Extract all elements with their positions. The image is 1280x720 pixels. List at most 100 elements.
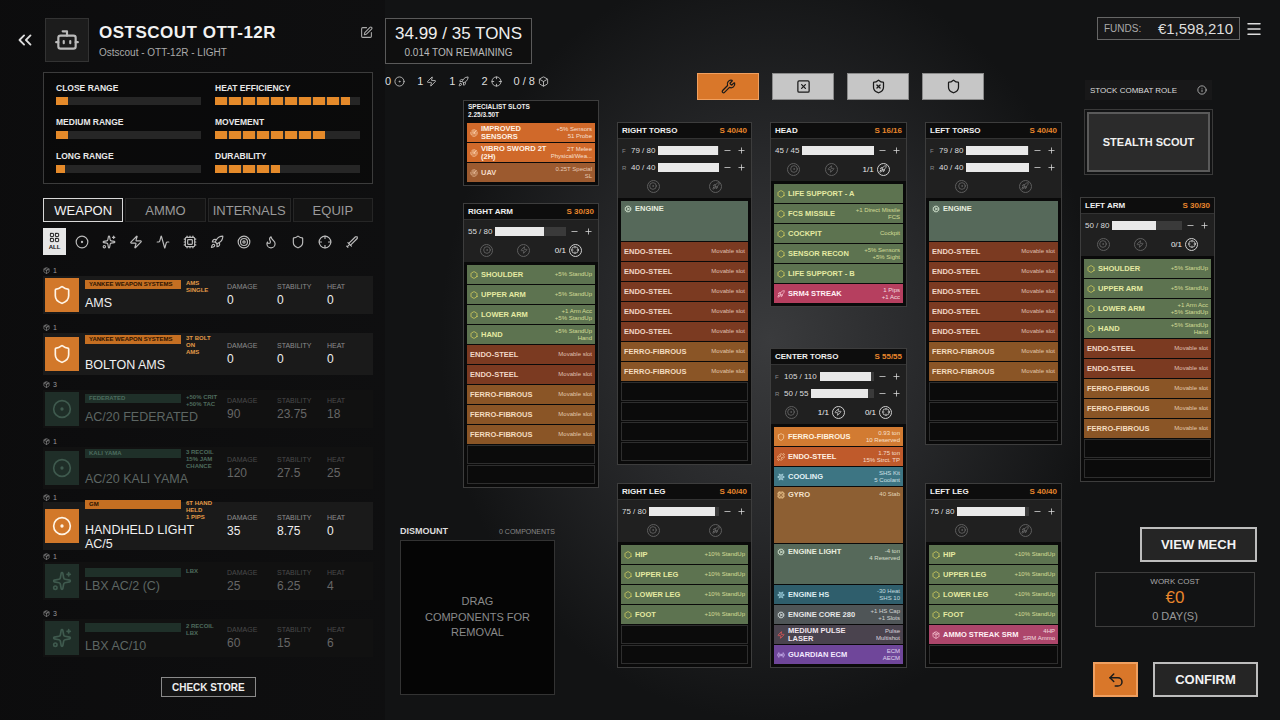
empty-slot[interactable] <box>621 422 748 441</box>
component-slot[interactable]: ENDO-STEELMovable slot <box>929 242 1058 261</box>
undo-button[interactable] <box>1093 662 1138 697</box>
component-slot[interactable]: FERRO-FIBROUSMovable slot <box>929 362 1058 381</box>
component-slot[interactable]: ENDO-STEELMovable slot <box>929 322 1058 341</box>
armor-minus-button[interactable] <box>1185 220 1196 231</box>
inventory-tab[interactable]: AMMO <box>125 198 205 222</box>
empty-slot[interactable] <box>621 382 748 401</box>
component-slot[interactable]: COCKPITCockpit <box>774 224 903 243</box>
empty-slot[interactable] <box>929 645 1058 664</box>
rename-button[interactable] <box>360 26 373 39</box>
component-slot[interactable]: LOWER LEG+10% StandUp <box>929 585 1058 604</box>
component-slot[interactable]: SRM4 STREAK1 Pips+1 Acc <box>774 284 903 303</box>
armor-slider[interactable] <box>658 146 719 155</box>
filter-button[interactable]: ALL <box>43 228 66 255</box>
filter-button[interactable] <box>124 228 147 255</box>
component-slot[interactable]: ENDO-STEELMovable slot <box>621 322 748 341</box>
component-slot[interactable]: ENDO-STEELMovable slot <box>621 282 748 301</box>
empty-slot[interactable] <box>1084 459 1211 478</box>
dismount-dropzone[interactable]: DRAG COMPONENTS FOR REMOVAL <box>400 540 555 695</box>
weapon-row[interactable]: LBXLBX AC/2 (C)DAMAGE25STABILITY6.25HEAT… <box>43 562 373 600</box>
component-slot[interactable]: FOOT+10% StandUp <box>621 605 748 624</box>
armor-slider[interactable] <box>649 507 719 516</box>
component-slot[interactable]: HAND+5% StandUpHand <box>467 325 595 344</box>
weapon-row[interactable]: KALI YAMA3 RECOIL15% JAMCHANCEAC/20 KALI… <box>43 447 373 489</box>
check-store-button[interactable]: CHECK STORE <box>161 677 256 697</box>
component-slot[interactable]: GUARDIAN ECMECMAECM <box>774 645 903 664</box>
armor-plus-button[interactable] <box>891 145 902 156</box>
empty-slot[interactable] <box>621 402 748 421</box>
component-slot[interactable]: ENDO-STEELMovable slot <box>929 262 1058 281</box>
component-slot[interactable]: FCS MISSILE+1 Direct MissileFCS <box>774 204 903 223</box>
toolbar-button[interactable] <box>697 73 759 100</box>
component-slot[interactable]: FOOT+10% StandUp <box>929 605 1058 624</box>
armor-minus-button[interactable] <box>1032 162 1043 173</box>
component-slot[interactable]: UPPER LEG+10% StandUp <box>621 565 748 584</box>
component-slot[interactable]: ENDO-STEELMovable slot <box>621 302 748 321</box>
component-slot[interactable]: UPPER ARM+5% StandUp <box>1084 279 1211 298</box>
component-slot[interactable]: LOWER ARM+1 Arm Acc+5% StandUp <box>1084 299 1211 318</box>
component-slot[interactable]: ENDO-STEELMovable slot <box>467 345 595 364</box>
component-slot[interactable]: FERRO-FIBROUSMovable slot <box>1084 379 1211 398</box>
armor-plus-button[interactable] <box>1046 506 1057 517</box>
confirm-button[interactable]: CONFIRM <box>1153 662 1258 697</box>
component-slot[interactable]: HIP+10% StandUp <box>929 545 1058 564</box>
component-slot[interactable]: ENDO-STEELMovable slot <box>1084 359 1211 378</box>
filter-button[interactable] <box>97 228 120 255</box>
armor-slider[interactable] <box>802 146 874 155</box>
view-mech-button[interactable]: VIEW MECH <box>1140 527 1257 562</box>
armor-slider[interactable] <box>966 146 1029 155</box>
component-slot[interactable]: UPPER ARM+5% StandUp <box>467 285 595 304</box>
component-slot[interactable]: LIFE SUPPORT - B <box>774 264 903 283</box>
component-slot[interactable]: ENDO-STEEL1.75 ton15% Strct. TP <box>774 447 903 466</box>
component-slot[interactable]: COOLINGSHS Kit5 Coolant <box>774 467 903 486</box>
weapon-row[interactable]: 2 RECOILLBXLBX AC/10DAMAGE60STABILITY15H… <box>43 619 373 657</box>
component-slot[interactable]: ENGINE <box>621 201 748 241</box>
component-slot[interactable]: GYRO40 Stab <box>774 487 903 543</box>
inventory-tab[interactable]: INTERNALS <box>208 198 291 222</box>
empty-slot[interactable] <box>467 445 595 464</box>
armor-minus-button[interactable] <box>877 388 888 399</box>
component-slot[interactable]: LOWER ARM+1 Arm Acc+5% StandUp <box>467 305 595 324</box>
toolbar-button[interactable] <box>772 73 834 100</box>
empty-slot[interactable] <box>929 422 1058 441</box>
component-slot[interactable]: ENDO-STEELMovable slot <box>929 302 1058 321</box>
armor-minus-button[interactable] <box>1032 145 1043 156</box>
empty-slot[interactable] <box>621 625 748 644</box>
filter-button[interactable] <box>286 228 309 255</box>
component-slot[interactable]: UAV0.25T SpecialSL <box>467 163 595 182</box>
filter-button[interactable] <box>151 228 174 255</box>
component-slot[interactable]: VIBRO SWORD 2T (2H)2T MeleePhysical/Wea.… <box>467 143 595 162</box>
back-button[interactable] <box>14 29 36 51</box>
armor-minus-button[interactable] <box>877 371 888 382</box>
empty-slot[interactable] <box>621 442 748 461</box>
component-slot[interactable]: FERRO-FIBROUSMovable slot <box>467 385 595 404</box>
armor-plus-button[interactable] <box>1046 145 1057 156</box>
component-slot[interactable]: FERRO-FIBROUSMovable slot <box>621 342 748 361</box>
armor-plus-button[interactable] <box>736 145 747 156</box>
component-slot[interactable]: LIFE SUPPORT - A <box>774 184 903 203</box>
armor-minus-button[interactable] <box>1032 506 1043 517</box>
armor-slider[interactable] <box>957 507 1029 516</box>
component-slot[interactable]: LOWER LEG+10% StandUp <box>621 585 748 604</box>
component-slot[interactable]: ENGINE HS-30 HeatSHS 10 <box>774 585 903 604</box>
armor-minus-button[interactable] <box>877 145 888 156</box>
armor-slider[interactable] <box>966 163 1029 172</box>
component-slot[interactable]: FERRO-FIBROUSMovable slot <box>467 405 595 424</box>
toolbar-button[interactable] <box>922 73 984 100</box>
info-icon[interactable] <box>1197 85 1207 95</box>
empty-slot[interactable] <box>929 402 1058 421</box>
armor-minus-button[interactable] <box>722 506 733 517</box>
component-slot[interactable]: SHOULDER+5% StandUp <box>467 265 595 284</box>
component-slot[interactable]: FERRO-FIBROUSMovable slot <box>1084 419 1211 438</box>
component-slot[interactable]: HAND+5% StandUpHand <box>1084 319 1211 338</box>
empty-slot[interactable] <box>467 465 595 484</box>
component-slot[interactable]: ENDO-STEELMovable slot <box>621 242 748 261</box>
component-slot[interactable]: ENGINE CORE 280+1 HS Cap+1 Slots <box>774 605 903 624</box>
filter-button[interactable] <box>232 228 255 255</box>
armor-slider[interactable] <box>820 372 874 381</box>
filter-button[interactable] <box>70 228 93 255</box>
empty-slot[interactable] <box>1084 439 1211 458</box>
component-slot[interactable]: FERRO-FIBROUSMovable slot <box>467 425 595 444</box>
component-slot[interactable]: UPPER LEG+10% StandUp <box>929 565 1058 584</box>
armor-slider[interactable] <box>495 227 566 236</box>
